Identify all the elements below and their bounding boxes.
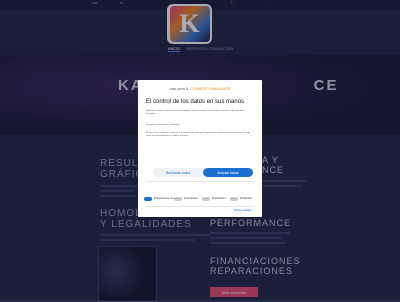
consent-body-1: Nosotros y nuestros socios utilizamos te…: [146, 110, 245, 115]
toggle-functional[interactable]: [174, 197, 182, 201]
show-details-link[interactable]: Mostrar detalles: [234, 209, 252, 212]
accept-all-button[interactable]: Aceptar todos: [203, 168, 253, 177]
consent-title: El control de los datos en sus manos: [146, 99, 245, 105]
reject-all-button[interactable]: Rechazar todos: [153, 168, 203, 177]
consent-body-2: Funcionales, Estadísticas, Publicidad.: [146, 124, 180, 126]
consent-divider: [146, 206, 254, 207]
toggle-advertising-label: Publicidad: [240, 197, 252, 200]
toggle-necessary[interactable]: [144, 197, 152, 201]
toggle-statistics[interactable]: [202, 197, 210, 201]
consent-body-3: Al hacer clic en «Aceptar», usted da su …: [146, 132, 251, 137]
toggle-functional-label: Funcionales: [184, 197, 198, 200]
consent-toggles: Estrictamente necesarias Funcionales Est…: [142, 196, 262, 204]
toggle-statistics-label: Estadísticas: [212, 197, 226, 200]
toggle-advertising[interactable]: [230, 197, 238, 201]
consent-divider: [146, 181, 254, 182]
consent-brand: one.com & CONSENT MANAGER: [169, 86, 231, 91]
